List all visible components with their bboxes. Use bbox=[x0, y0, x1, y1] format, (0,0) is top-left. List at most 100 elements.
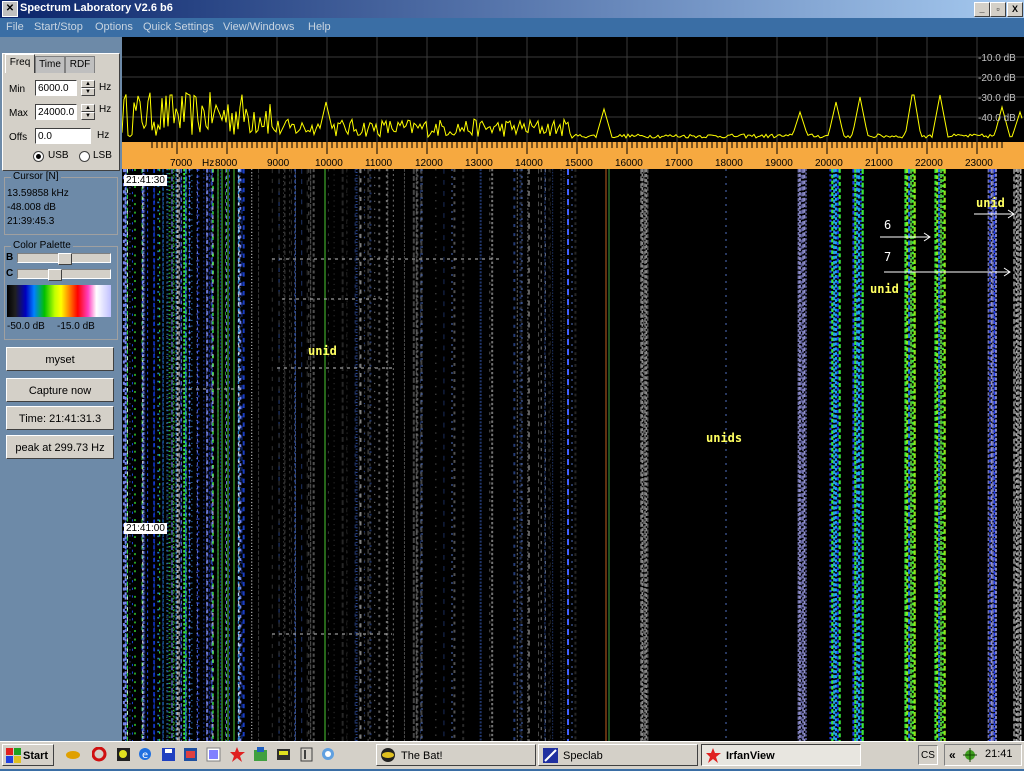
max-freq-spinner[interactable]: ▲ ▼ bbox=[81, 104, 95, 120]
db-label-10: -10.0 dB bbox=[978, 53, 1016, 64]
quicklaunch-icon-12[interactable] bbox=[321, 747, 336, 762]
offs-label: Offs bbox=[9, 132, 28, 143]
menu-options[interactable]: Options bbox=[95, 21, 133, 33]
freq-unit: Hz bbox=[202, 158, 215, 169]
max-freq-input[interactable]: 24000.0 bbox=[35, 104, 77, 120]
maximize-button[interactable]: ▫ bbox=[990, 2, 1006, 17]
freq-tick-10000: 10000 bbox=[315, 158, 343, 169]
close-button[interactable]: X bbox=[1007, 2, 1023, 17]
min-freq-input[interactable]: 6000.0 bbox=[35, 80, 77, 96]
cursor-group: Cursor [N] 13.59858 kHz -48.008 dB 21:39… bbox=[4, 171, 118, 235]
freq-tick-7000: 7000 bbox=[170, 158, 193, 169]
quicklaunch-icon-7[interactable] bbox=[206, 747, 221, 762]
annotation-7: 7 bbox=[884, 250, 892, 264]
annotation-unid-right: unid bbox=[976, 196, 1005, 210]
contrast-slider[interactable] bbox=[17, 269, 111, 281]
irfanview-icon[interactable] bbox=[230, 747, 245, 762]
tab-time[interactable]: Time bbox=[35, 56, 65, 73]
spectrum-svg bbox=[122, 37, 1024, 142]
window-title: Spectrum Laboratory V2.6 b6 bbox=[20, 2, 173, 14]
freq-tick-11000: 11000 bbox=[365, 158, 393, 169]
language-indicator[interactable]: CS bbox=[918, 745, 938, 765]
cursor-time: 21:39:45.3 bbox=[7, 216, 55, 227]
palette-high: -15.0 dB bbox=[57, 321, 95, 332]
lsb-label: LSB bbox=[93, 150, 112, 161]
task-irfanview[interactable]: IrfanView bbox=[701, 744, 861, 766]
peak-button[interactable]: peak at 299.73 Hz bbox=[6, 435, 114, 459]
offset-input[interactable]: 0.0 bbox=[35, 128, 91, 144]
db-label-30: -30.0 dB bbox=[978, 93, 1016, 104]
contrast-label: C bbox=[6, 268, 14, 279]
clock: 21:41 bbox=[985, 748, 1013, 760]
db-label-20: -20.0 dB bbox=[978, 73, 1016, 84]
quicklaunch-icon-3[interactable] bbox=[116, 747, 131, 762]
taskbar: Start e The Bat! Speclab IrfanView CS « … bbox=[0, 741, 1024, 769]
brightness-slider[interactable] bbox=[17, 253, 111, 265]
color-palette-group: Color Palette B C -50.0 dB -15.0 dB bbox=[4, 240, 118, 340]
frequency-axis: 7000 Hz 8000 9000 10000 11000 12000 1300… bbox=[122, 142, 1024, 169]
palette-low: -50.0 dB bbox=[7, 321, 45, 332]
the-bat-icon bbox=[381, 748, 396, 763]
capture-now-button[interactable]: Capture now bbox=[6, 378, 114, 402]
freq-tick-19000: 19000 bbox=[765, 158, 793, 169]
task-irfanview-label: IrfanView bbox=[726, 750, 775, 762]
max-unit: Hz bbox=[99, 104, 112, 115]
annotation-6: 6 bbox=[884, 218, 892, 232]
freq-tick-9000: 9000 bbox=[267, 158, 290, 169]
spectrum-graph[interactable]: -10.0 dB -20.0 dB -30.0 dB -40.0 dB bbox=[122, 37, 1024, 142]
menu-view-windows[interactable]: View/Windows bbox=[223, 21, 294, 33]
tab-rdf[interactable]: RDF bbox=[65, 56, 95, 73]
annotation-unids: unids bbox=[706, 431, 743, 445]
menu-help[interactable]: Help bbox=[308, 21, 331, 33]
palette-title: Color Palette bbox=[11, 240, 73, 251]
system-tray: « 21:41 bbox=[944, 744, 1022, 766]
task-the-bat-label: The Bat! bbox=[401, 750, 443, 762]
freq-tick-22000: 22000 bbox=[915, 158, 943, 169]
windows-logo-icon bbox=[6, 748, 21, 763]
menu-quick-settings[interactable]: Quick Settings bbox=[143, 21, 214, 33]
db-label-40: -40.0 dB bbox=[978, 113, 1016, 124]
min-freq-spinner[interactable]: ▲ ▼ bbox=[81, 80, 95, 96]
annotation-unid-mid: unid bbox=[870, 282, 899, 296]
annotation-unid-left: unid bbox=[308, 344, 337, 358]
quicklaunch-icon-6[interactable] bbox=[183, 747, 198, 762]
time-button[interactable]: Time: 21:41:31.3 bbox=[6, 406, 114, 430]
tray-expand-button[interactable]: « bbox=[949, 748, 956, 762]
start-label: Start bbox=[23, 750, 49, 762]
freq-tick-12000: 12000 bbox=[415, 158, 443, 169]
control-panel: Freq Time RDF Min 6000.0 ▲ ▼ Hz Max 24000… bbox=[0, 37, 123, 741]
tray-app-icon[interactable] bbox=[963, 748, 978, 766]
task-the-bat[interactable]: The Bat! bbox=[376, 744, 536, 766]
quicklaunch-icon-11[interactable] bbox=[299, 747, 314, 762]
freq-tick-17000: 17000 bbox=[665, 158, 693, 169]
usb-radio[interactable] bbox=[33, 151, 44, 162]
speclab-icon bbox=[543, 748, 558, 763]
app-icon[interactable]: ✕ bbox=[2, 1, 18, 17]
title-bar: ✕ Spectrum Laboratory V2.6 b6 _ ▫ X bbox=[0, 0, 1024, 18]
quicklaunch-icon-9[interactable] bbox=[253, 747, 268, 762]
freq-tick-18000: 18000 bbox=[715, 158, 743, 169]
internet-explorer-icon[interactable]: e bbox=[138, 747, 153, 762]
menu-start-stop[interactable]: Start/Stop bbox=[34, 21, 83, 33]
minimize-button[interactable]: _ bbox=[974, 2, 990, 17]
quicklaunch-icon-1[interactable] bbox=[66, 747, 81, 762]
offs-unit: Hz bbox=[97, 130, 110, 141]
save-disk-icon[interactable] bbox=[161, 747, 176, 762]
brightness-label: B bbox=[6, 252, 14, 263]
menu-file[interactable]: File bbox=[6, 21, 24, 33]
tab-freq[interactable]: Freq bbox=[5, 54, 35, 73]
start-button[interactable]: Start bbox=[2, 744, 54, 766]
task-speclab[interactable]: Speclab bbox=[538, 744, 698, 766]
cursor-title: Cursor [N] bbox=[11, 171, 61, 182]
color-palette-bar bbox=[7, 285, 111, 317]
spectrum-trace bbox=[122, 91, 1023, 139]
quicklaunch-icon-10[interactable] bbox=[276, 747, 291, 762]
svg-text:e: e bbox=[142, 750, 148, 761]
lsb-radio[interactable] bbox=[79, 151, 90, 162]
freq-tick-13000: 13000 bbox=[465, 158, 493, 169]
usb-label: USB bbox=[48, 150, 69, 161]
cursor-freq: 13.59858 kHz bbox=[7, 188, 69, 199]
myset-button[interactable]: myset bbox=[6, 347, 114, 371]
waterfall-display[interactable]: 21:41:30 21:41:00 unid unids unid unid 6… bbox=[122, 169, 1024, 741]
opera-icon[interactable] bbox=[91, 746, 107, 762]
